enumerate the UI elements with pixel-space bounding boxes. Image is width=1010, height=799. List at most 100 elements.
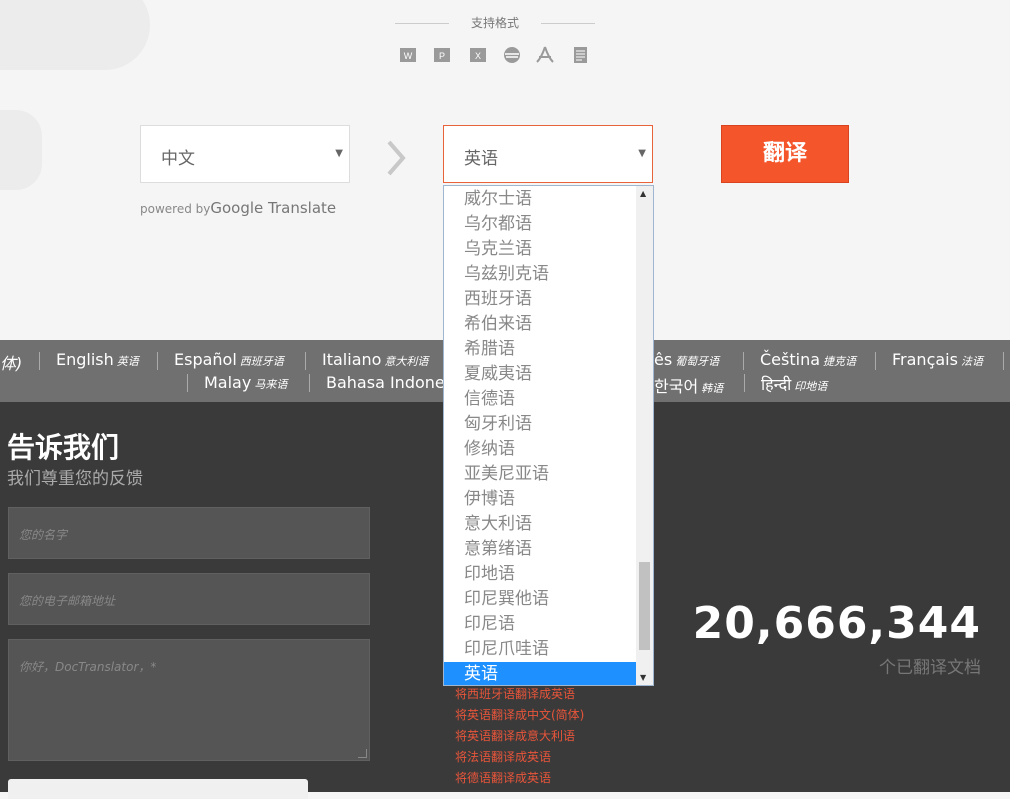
dropdown-option[interactable]: 乌尔都语 <box>444 212 636 237</box>
target-language-dropdown[interactable]: 威尔士语 乌尔都语 乌克兰语 乌兹别克语 西班牙语 希伯来语 希腊语 夏威夷语 … <box>443 185 654 686</box>
divider <box>157 352 158 370</box>
feedback-title: 告诉我们 <box>7 431 120 464</box>
language-native: 捷克语 <box>823 355 857 368</box>
dropdown-scrollbar[interactable]: ▲ ▼ <box>636 186 653 685</box>
dropdown-option[interactable]: 西班牙语 <box>444 287 636 312</box>
language-native: 韩语 <box>701 382 724 395</box>
language-name: Čeština <box>760 350 821 369</box>
language-link[interactable]: English 英语 <box>56 350 139 369</box>
dropdown-option[interactable]: 匈牙利语 <box>444 412 636 437</box>
chevron-right-icon <box>387 140 406 176</box>
language-native: 法语 <box>960 355 983 368</box>
language-native: 马来语 <box>254 378 288 391</box>
email-input[interactable]: 您的电子邮箱地址 <box>8 573 370 625</box>
translated-count-label: 个已翻译文档 <box>879 658 981 678</box>
dropdown-option[interactable]: 印地语 <box>444 562 636 587</box>
language-name: 体) <box>0 354 23 373</box>
google-brand: Google <box>210 199 264 217</box>
dropdown-option[interactable]: 印尼爪哇语 <box>444 637 636 662</box>
language-name: Français <box>892 350 958 369</box>
dropdown-option[interactable]: 修纳语 <box>444 437 636 462</box>
pdf-icon <box>536 46 554 63</box>
captcha-widget[interactable] <box>8 779 308 799</box>
language-native: 意大利语 <box>384 355 429 368</box>
text-file-icon <box>574 47 587 63</box>
target-language-select[interactable]: 英语 ▼ <box>443 125 653 183</box>
dropdown-option[interactable]: 乌兹别克语 <box>444 262 636 287</box>
dropdown-option[interactable]: 夏威夷语 <box>444 362 636 387</box>
source-language-value: 中文 <box>161 149 195 169</box>
caret-down-icon: ▼ <box>638 148 646 159</box>
scroll-up-icon[interactable]: ▲ <box>640 189 646 198</box>
language-link[interactable]: Malay 马来语 <box>204 373 287 392</box>
dropdown-option[interactable]: 意大利语 <box>444 512 636 537</box>
source-language-select[interactable]: 中文 ▼ <box>140 125 350 183</box>
translated-count: 20,666,344 <box>692 598 981 649</box>
dropdown-option[interactable]: 印尼语 <box>444 612 636 637</box>
decorative-shape <box>0 0 150 70</box>
word-icon: W <box>400 48 416 62</box>
divider <box>187 374 188 392</box>
language-link[interactable]: Bahasa Indones <box>326 373 453 392</box>
name-placeholder: 您的名字 <box>19 528 68 542</box>
divider <box>305 352 306 370</box>
language-name: Malay <box>204 373 252 392</box>
feedback-subtitle: 我们尊重您的反馈 <box>7 469 143 489</box>
subtitle-icon <box>504 47 520 63</box>
powered-by-google: powered byGoogle Translate <box>140 199 336 217</box>
divider <box>309 374 310 392</box>
svg-text:P: P <box>439 51 445 61</box>
language-link[interactable]: 한국어 韩语 <box>654 373 723 397</box>
dropdown-option[interactable]: 乌克兰语 <box>444 237 636 262</box>
language-name: Español <box>174 350 237 369</box>
resize-handle[interactable] <box>358 749 367 758</box>
language-link[interactable]: ês 葡萄牙语 <box>654 350 719 369</box>
translate-button[interactable]: 翻译 <box>721 125 849 183</box>
language-name: 한국어 <box>654 377 699 396</box>
language-link[interactable]: Français 法语 <box>892 350 983 369</box>
language-native: 葡萄牙语 <box>675 355 720 368</box>
translate-link[interactable]: 将英语翻译成中文(简体) <box>455 705 584 726</box>
scrollbar-thumb[interactable] <box>639 562 650 650</box>
translate-link[interactable]: 将英语翻译成意大利语 <box>455 726 584 747</box>
divider <box>743 352 744 370</box>
dropdown-option[interactable]: 亚美尼亚语 <box>444 462 636 487</box>
language-link[interactable]: Español 西班牙语 <box>174 350 284 369</box>
language-native: 印地语 <box>794 380 828 393</box>
language-name: Bahasa Indones <box>326 373 454 392</box>
translate-link[interactable]: 将法语翻译成英语 <box>455 747 584 768</box>
language-native: 西班牙语 <box>239 355 284 368</box>
dropdown-option[interactable]: 威尔士语 <box>444 187 636 212</box>
dropdown-option[interactable]: 意第绪语 <box>444 537 636 562</box>
language-link[interactable]: Čeština 捷克语 <box>760 350 856 369</box>
dropdown-option[interactable]: 伊博语 <box>444 487 636 512</box>
svg-text:W: W <box>404 51 413 61</box>
excel-icon: X <box>470 48 486 62</box>
dropdown-option[interactable]: 信德语 <box>444 387 636 412</box>
dropdown-option[interactable]: 印尼巽他语 <box>444 587 636 612</box>
decorative-shape <box>0 110 42 190</box>
message-textarea[interactable]: 你好，DocTranslator，* <box>8 639 370 761</box>
caret-down-icon: ▼ <box>335 148 343 159</box>
dropdown-option[interactable]: 希伯来语 <box>444 312 636 337</box>
name-input[interactable]: 您的名字 <box>8 507 370 559</box>
language-name: Italiano <box>322 350 382 369</box>
supported-formats-title: 支持格式 <box>395 14 595 32</box>
dropdown-option-selected[interactable]: 英语 <box>444 662 636 685</box>
divider <box>39 352 40 370</box>
language-native: 英语 <box>116 355 139 368</box>
language-name: English <box>56 350 114 369</box>
translate-link[interactable]: 将西班牙语翻译成英语 <box>455 684 584 705</box>
target-language-value: 英语 <box>464 149 498 169</box>
translate-link[interactable]: 将德语翻译成英语 <box>455 768 584 789</box>
translate-brand: Translate <box>263 199 337 217</box>
translate-links: 将西班牙语翻译成英语 将英语翻译成中文(简体) 将英语翻译成意大利语 将法语翻译… <box>455 684 584 789</box>
scroll-down-icon[interactable]: ▼ <box>640 673 646 682</box>
dropdown-option[interactable]: 希腊语 <box>444 337 636 362</box>
language-name: ês <box>654 350 673 369</box>
language-link[interactable]: 体) <box>0 350 22 374</box>
divider <box>875 352 876 370</box>
language-link[interactable]: Italiano 意大利语 <box>322 350 428 369</box>
supported-formats: 支持格式 <box>395 14 595 32</box>
language-link[interactable]: हिन्दी 印地语 <box>761 373 827 395</box>
